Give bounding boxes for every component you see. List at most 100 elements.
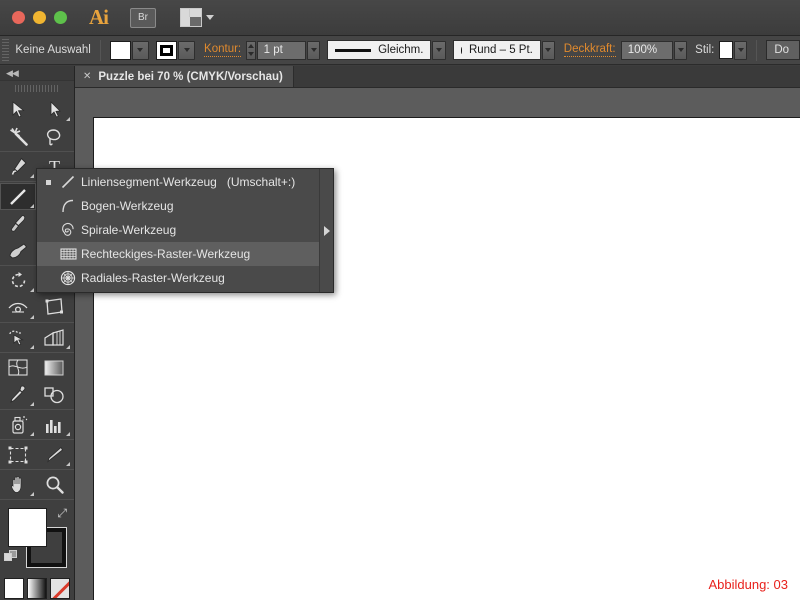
stroke-weight-input[interactable]: 1 pt xyxy=(256,40,307,60)
arc-icon xyxy=(55,198,81,214)
tear-off-strip[interactable] xyxy=(319,169,333,292)
close-window-button[interactable] xyxy=(12,11,25,24)
stroke-profile-dropdown-button[interactable] xyxy=(432,40,446,60)
rotate-tool-icon[interactable] xyxy=(0,267,36,294)
hand-tool-icon[interactable] xyxy=(0,471,36,498)
pen-tool-icon[interactable] xyxy=(0,153,36,180)
bridge-button[interactable]: Br xyxy=(130,7,156,28)
tool-group-artboard-slice xyxy=(0,440,74,470)
tool-group-mesh-gradient xyxy=(0,353,74,410)
stroke-profile-label: Gleichm. xyxy=(378,44,424,56)
paintbrush-tool-icon[interactable] xyxy=(0,210,36,237)
blob-brush-tool-icon[interactable] xyxy=(0,237,36,264)
graphic-style-swatch[interactable] xyxy=(718,41,734,59)
none-fill-mode-button[interactable] xyxy=(50,578,70,599)
chevron-down-icon xyxy=(137,48,144,52)
chevron-down-icon xyxy=(206,15,214,20)
selection-status-label: Keine Auswahl xyxy=(15,44,91,56)
title-bar: Ai Br xyxy=(0,0,800,36)
fill-dropdown-button[interactable] xyxy=(131,40,149,60)
free-transform-tool-icon[interactable] xyxy=(36,294,72,321)
close-icon[interactable]: ✕ xyxy=(83,71,91,82)
document-tab[interactable]: ✕ Puzzle bei 70 % (CMYK/Vorschau) xyxy=(75,66,294,87)
fill-stroke-controls: ⤢ xyxy=(0,506,74,574)
figure-caption: Abbildung: 03 xyxy=(708,577,788,592)
line-segment-tool-icon[interactable] xyxy=(0,183,36,210)
flyout-indicator-icon xyxy=(30,492,34,496)
flyout-indicator-icon xyxy=(30,432,34,436)
fill-color-control[interactable] xyxy=(109,40,149,60)
mesh-tool-icon[interactable] xyxy=(0,354,36,381)
flyout-item-rectangular-grid[interactable]: Rechteckiges-Raster-Werkzeug xyxy=(37,242,319,266)
line-segment-icon xyxy=(55,174,81,190)
stroke-swatch[interactable] xyxy=(156,40,178,60)
flyout-item-label: Rechteckiges-Raster-Werkzeug xyxy=(81,247,251,261)
style-label: Stil: xyxy=(695,44,715,56)
stroke-dropdown-button[interactable] xyxy=(178,40,196,60)
rectangular-grid-icon xyxy=(55,247,81,261)
document-tab-bar: ✕ Puzzle bei 70 % (CMYK/Vorschau) xyxy=(75,66,800,88)
tools-panel-grip[interactable] xyxy=(0,83,74,93)
flyout-item-line-segment[interactable]: Liniensegment-Werkzeug (Umschalt+:) xyxy=(37,170,319,194)
minimize-window-button[interactable] xyxy=(33,11,46,24)
selection-tool-icon[interactable] xyxy=(0,96,36,123)
document-setup-button[interactable]: Do xyxy=(766,40,800,60)
symbol-sprayer-tool-icon[interactable] xyxy=(0,411,36,438)
swap-fill-stroke-icon[interactable]: ⤢ xyxy=(57,506,67,521)
stroke-weight-stepper[interactable] xyxy=(246,40,256,60)
opacity-input[interactable]: 100% xyxy=(620,40,673,60)
flyout-item-list: Liniensegment-Werkzeug (Umschalt+:) Boge… xyxy=(37,169,319,292)
fill-swatch[interactable] xyxy=(109,40,131,60)
fill-color-box[interactable] xyxy=(8,508,47,547)
arrange-documents-icon xyxy=(180,8,202,27)
opacity-label[interactable]: Deckkraft: xyxy=(563,43,616,57)
stroke-profile-preview-icon xyxy=(335,48,372,52)
polar-grid-icon xyxy=(55,270,81,286)
divider xyxy=(756,39,758,61)
zoom-window-button[interactable] xyxy=(54,11,67,24)
perspective-grid-tool-icon[interactable] xyxy=(36,324,72,351)
stroke-weight-dropdown-button[interactable] xyxy=(307,40,321,60)
flyout-indicator-icon xyxy=(30,204,34,208)
selected-marker-icon xyxy=(41,179,55,185)
flyout-item-label: Bogen-Werkzeug xyxy=(81,199,174,213)
flyout-indicator-icon xyxy=(30,402,34,406)
flyout-item-arc[interactable]: Bogen-Werkzeug xyxy=(37,194,319,218)
default-fill-stroke-icon[interactable] xyxy=(4,550,18,562)
slice-tool-icon[interactable] xyxy=(36,441,72,468)
flyout-item-polar-grid[interactable]: Radiales-Raster-Werkzeug xyxy=(37,266,319,290)
eyedropper-tool-icon[interactable] xyxy=(0,381,36,408)
collapse-tools-button[interactable]: ◀◀ xyxy=(0,66,74,81)
divider xyxy=(99,39,101,61)
gradient-fill-mode-button[interactable] xyxy=(27,578,47,599)
flyout-item-label: Radiales-Raster-Werkzeug xyxy=(81,271,225,285)
graphic-style-dropdown-button[interactable] xyxy=(734,40,748,60)
stroke-weight-label[interactable]: Kontur: xyxy=(204,43,242,57)
stroke-color-control[interactable] xyxy=(156,40,196,60)
flyout-indicator-icon xyxy=(30,174,34,178)
brush-definition-dropdown-button[interactable] xyxy=(541,40,555,60)
stroke-profile-combo[interactable]: Gleichm. xyxy=(327,40,432,60)
width-tool-icon[interactable] xyxy=(0,294,36,321)
flyout-item-spiral[interactable]: Spirale-Werkzeug xyxy=(37,218,319,242)
artboard-tool-icon[interactable] xyxy=(0,441,36,468)
illustrator-window: Ai Br Keine Auswahl Kontur: 1 pt Gleichm… xyxy=(0,0,800,600)
flyout-indicator-icon xyxy=(30,288,34,292)
shape-builder-tool-icon[interactable] xyxy=(0,324,36,351)
blend-tool-icon[interactable] xyxy=(36,381,72,408)
brush-definition-combo[interactable]: Rund – 5 Pt. xyxy=(452,40,541,60)
chevron-down-icon xyxy=(545,48,552,52)
tear-off-arrow-icon xyxy=(323,225,330,236)
lasso-tool-icon[interactable] xyxy=(36,123,72,150)
opacity-dropdown-button[interactable] xyxy=(674,40,688,60)
canvas-area[interactable]: Abbildung: 03 xyxy=(75,88,800,600)
brush-preview-icon xyxy=(460,46,462,54)
control-bar-grip[interactable] xyxy=(2,39,10,61)
zoom-tool-icon[interactable] xyxy=(36,471,72,498)
magic-wand-tool-icon[interactable] xyxy=(0,123,36,150)
direct-selection-tool-icon[interactable] xyxy=(36,96,72,123)
gradient-tool-icon[interactable] xyxy=(36,354,72,381)
column-graph-tool-icon[interactable] xyxy=(36,411,72,438)
color-fill-mode-button[interactable] xyxy=(4,578,24,599)
arrange-documents-button[interactable] xyxy=(180,8,214,27)
